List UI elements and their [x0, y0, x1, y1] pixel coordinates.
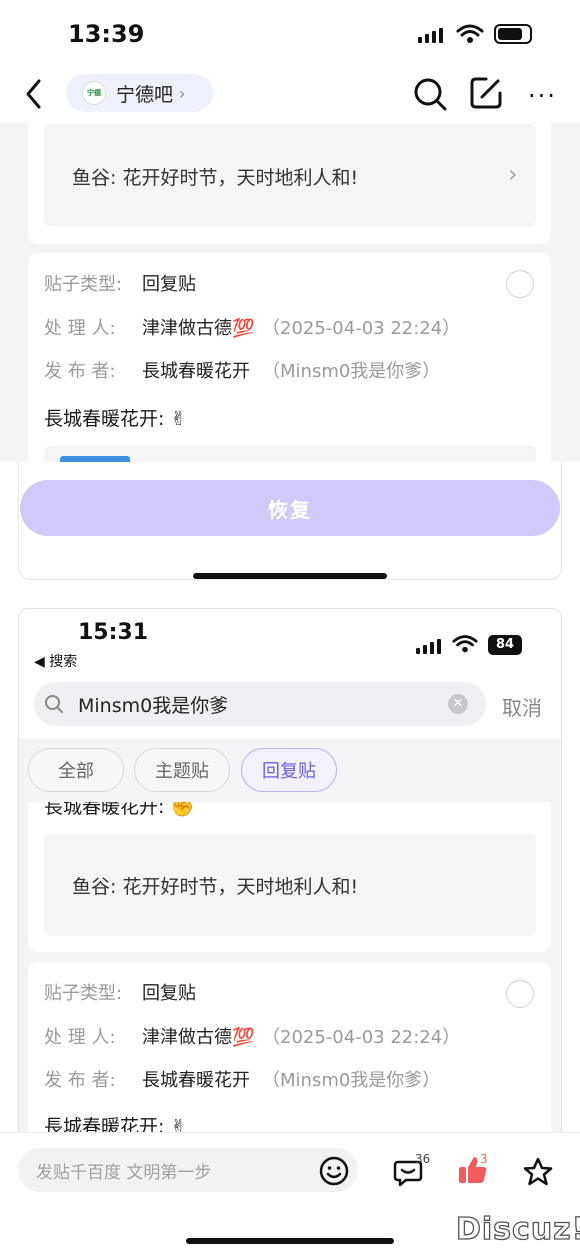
search-query: Minsm0我是你爹 [78, 694, 229, 717]
select-radio[interactable] [506, 270, 534, 298]
filter-threads[interactable]: 主题贴 [134, 748, 230, 792]
clear-input-icon[interactable]: ✕ [448, 694, 468, 714]
quoted-reply-text: 鱼谷: 花开好时节，天时地利人和! [72, 167, 359, 189]
post-type-label: 贴子类型: [44, 274, 123, 295]
handler-time: （2025-04-03 22:24） [262, 318, 461, 339]
select-radio[interactable] [506, 980, 534, 1008]
forum-name: 宁德吧 [116, 83, 174, 106]
star-icon[interactable] [522, 1156, 554, 1188]
post-content: 長城春暖花开: ✌ [44, 408, 187, 430]
handler-name[interactable]: 津津做古德💯 [142, 1023, 254, 1049]
wifi-icon [452, 635, 478, 653]
back-to-search-link[interactable]: ◀ 搜索 [34, 651, 77, 671]
compose-icon[interactable] [468, 75, 504, 111]
cancel-button[interactable]: 取消 [502, 692, 542, 721]
post-type-value: 回复贴 [142, 983, 196, 1004]
publisher-alias: （Minsm0我是你爹） [262, 361, 441, 382]
wifi-icon [456, 24, 484, 43]
publisher-name[interactable]: 長城春暖花开 [142, 1066, 250, 1092]
cellular-signal-icon [418, 27, 443, 43]
reply-input-placeholder: 发贴千百度 文明第一步 [36, 1162, 212, 1183]
cellular-signal-icon [416, 638, 441, 654]
handler-label: 处 理 人: [44, 1027, 116, 1048]
publisher-name[interactable]: 長城春暖花开 [142, 357, 250, 383]
search-input[interactable]: Minsm0我是你爹 [34, 682, 486, 726]
like-count: 3 [480, 1152, 488, 1166]
status-time: 13:39 [68, 20, 145, 48]
battery-icon [494, 24, 532, 44]
search-icon [45, 695, 63, 713]
forum-logo: 宁德 [82, 81, 106, 105]
quoted-reply-text: 鱼谷: 花开好时节，天时地利人和! [72, 876, 359, 898]
back-arrow-icon[interactable] [24, 78, 44, 110]
search-icon[interactable] [412, 76, 448, 112]
more-options-icon[interactable]: ··· [528, 82, 557, 110]
reply-input[interactable]: 发贴千百度 文明第一步 [18, 1148, 358, 1192]
handler-label: 处 理 人: [44, 318, 116, 339]
status-time: 15:31 [78, 620, 149, 645]
filter-all[interactable]: 全部 [28, 748, 124, 792]
emoji-icon[interactable] [318, 1155, 350, 1187]
home-indicator [186, 1238, 394, 1244]
chevron-right-icon: › [508, 160, 518, 188]
restore-button[interactable]: 恢复 [20, 480, 560, 536]
battery-level: 84 [488, 635, 522, 655]
handler-name[interactable]: 津津做古德💯 [142, 314, 254, 340]
post-type-label: 贴子类型: [44, 983, 123, 1004]
filter-replies[interactable]: 回复贴 [241, 748, 337, 792]
handler-time: （2025-04-03 22:24） [262, 1027, 461, 1048]
forum-name-pill[interactable]: 宁德 宁德吧 › [66, 74, 213, 112]
chevron-right-icon: › [179, 83, 186, 103]
discuz-watermark: Discuz! [455, 1211, 580, 1247]
home-indicator [193, 573, 387, 579]
publisher-alias: （Minsm0我是你爹） [262, 1070, 441, 1091]
publisher-label: 发 布 者: [44, 1070, 116, 1091]
publisher-label: 发 布 者: [44, 361, 116, 382]
comment-count: 36 [415, 1152, 431, 1166]
post-type-value: 回复贴 [142, 274, 196, 295]
